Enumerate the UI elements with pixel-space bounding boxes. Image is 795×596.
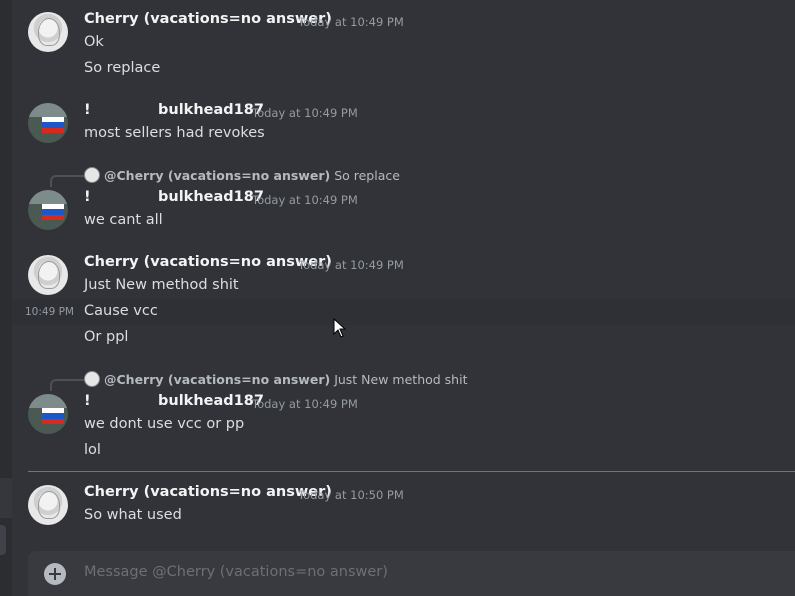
timestamp: Today at 10:49 PM — [252, 106, 358, 120]
role-prefix: ! — [84, 102, 91, 118]
message-text: Just New method shit — [84, 277, 239, 293]
message-composer[interactable]: Message @Cherry (vacations=no answer) — [28, 551, 795, 596]
avatar-bulkhead187[interactable] — [28, 103, 68, 143]
role-prefix: ! — [84, 393, 91, 409]
message-text: we cant all — [84, 212, 163, 228]
channel-list-edge — [0, 0, 12, 596]
reply-spine — [50, 175, 86, 187]
author-name[interactable]: bulkhead187 — [158, 102, 264, 118]
reply-avatar-icon — [84, 167, 100, 183]
reply-preview[interactable]: @Cherry (vacations=no answer) Just New m… — [84, 371, 467, 387]
message-text: So what used — [84, 507, 182, 523]
author-name[interactable]: Cherry (vacations=no answer) — [84, 11, 332, 27]
author-name[interactable]: bulkhead187 — [158, 393, 264, 409]
reply-preview[interactable]: @Cherry (vacations=no answer) So replace — [84, 167, 400, 183]
message-text: Ok — [84, 34, 104, 50]
timestamp: Today at 10:50 PM — [298, 488, 404, 502]
timestamp: Today at 10:49 PM — [298, 258, 404, 272]
message-text: lol — [84, 442, 101, 458]
author-name[interactable]: bulkhead187 — [158, 189, 264, 205]
reply-author[interactable]: @Cherry (vacations=no answer) — [104, 168, 330, 183]
avatar-cherry[interactable] — [28, 12, 68, 52]
message-text: So replace — [84, 60, 161, 76]
flag-icon — [42, 117, 64, 133]
reply-spine — [50, 379, 86, 391]
message-text: Or ppl — [84, 329, 129, 345]
flag-icon — [42, 204, 64, 220]
avatar-bulkhead187[interactable] — [28, 394, 68, 434]
flag-icon — [42, 408, 64, 424]
timestamp: Today at 10:49 PM — [252, 397, 358, 411]
timestamp: Today at 10:49 PM — [252, 193, 358, 207]
timestamp: Today at 10:49 PM — [298, 15, 404, 29]
reply-text: Just New method shit — [334, 372, 468, 387]
avatar-bulkhead187[interactable] — [28, 190, 68, 230]
hover-timestamp: 10:49 PM — [25, 306, 74, 318]
author-name[interactable]: Cherry (vacations=no answer) — [84, 484, 332, 500]
role-prefix: ! — [84, 189, 91, 205]
sidebar-panel-shade — [0, 478, 12, 518]
author-name[interactable]: Cherry (vacations=no answer) — [84, 254, 332, 270]
message-input[interactable]: Message @Cherry (vacations=no answer) — [84, 564, 388, 580]
plus-circle-icon[interactable] — [44, 563, 66, 585]
new-messages-divider — [28, 471, 795, 472]
message-text: we dont use vcc or pp — [84, 416, 245, 432]
message-text: Cause vcc — [84, 303, 158, 319]
message-text: most sellers had revokes — [84, 125, 265, 141]
reply-text: So replace — [334, 168, 400, 183]
reply-author[interactable]: @Cherry (vacations=no answer) — [104, 372, 330, 387]
reply-avatar-icon — [84, 371, 100, 387]
mouse-pointer-icon — [333, 318, 347, 338]
sidebar-selected-item[interactable] — [0, 525, 6, 555]
message-list[interactable]: Cherry (vacations=no answer) Today at 10… — [12, 0, 795, 545]
avatar-cherry[interactable] — [28, 485, 68, 525]
avatar-cherry[interactable] — [28, 255, 68, 295]
